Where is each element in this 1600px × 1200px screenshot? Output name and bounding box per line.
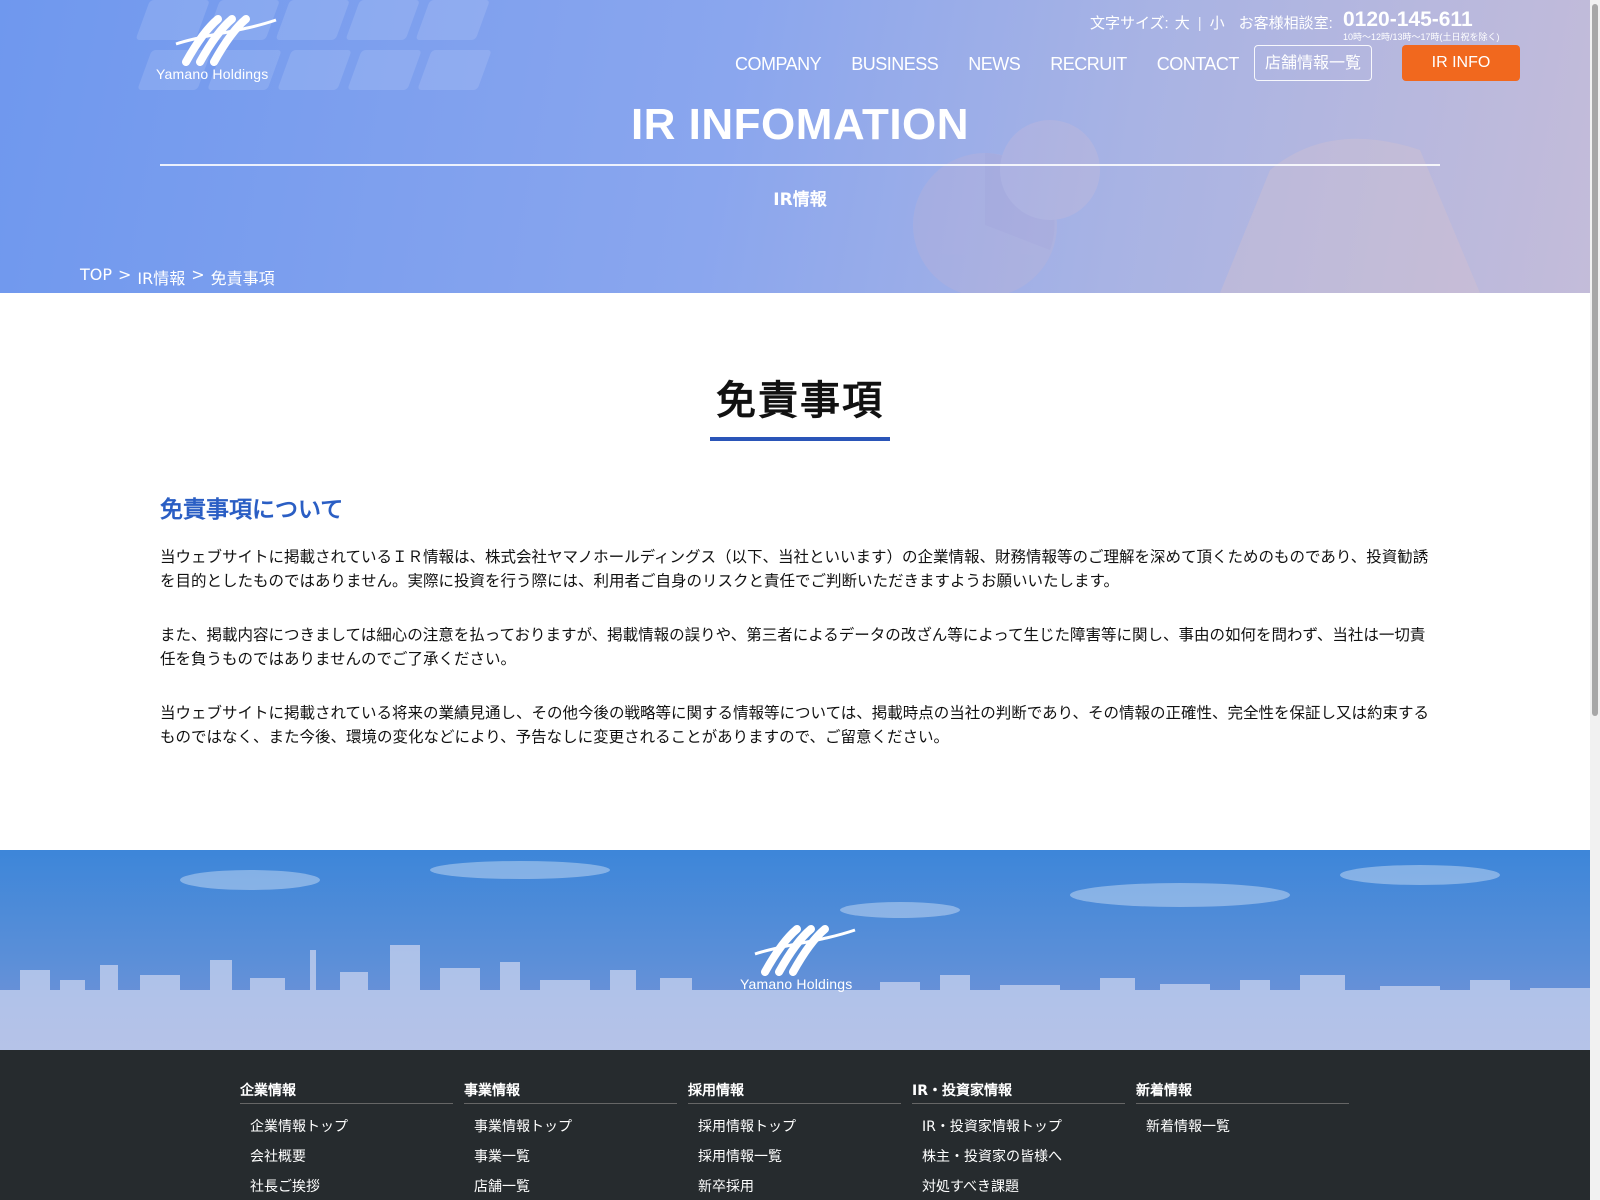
footer-nav: 企業情報 企業情報トップ 会社概要 社長ご挨拶 事業情報 事業情報トップ 事業一… (0, 1050, 1600, 1200)
store-list-button[interactable]: 店舗情報一覧 (1254, 45, 1372, 81)
footer-link[interactable]: 採用情報トップ (688, 1112, 901, 1142)
logo[interactable]: Yamano Holdings (156, 14, 286, 84)
breadcrumb-top[interactable]: TOP (80, 265, 112, 289)
footer-link[interactable]: 企業情報トップ (240, 1112, 453, 1142)
breadcrumb-separator: > (191, 265, 205, 284)
logo-text: Yamano Holdings (156, 66, 269, 82)
global-nav: COMPANY BUSINESS NEWS RECRUIT CONTACT (735, 52, 1269, 76)
disclaimer-paragraph-3: 当ウェブサイトに掲載されている将来の業績見通し、その他今後の戦略等に関する情報等… (160, 704, 1429, 746)
footer-link[interactable]: IR・投資家情報トップ (912, 1112, 1125, 1142)
hero-divider (160, 164, 1440, 166)
footer-column-heading[interactable]: 新着情報 (1136, 1080, 1349, 1104)
hero-subtitle: IR情報 (773, 190, 827, 210)
font-size-separator: | (1197, 15, 1202, 32)
ir-info-button[interactable]: IR INFO (1402, 45, 1520, 81)
footer-link[interactable]: 新卒採用 (688, 1172, 901, 1200)
nav-business[interactable]: BUSINESS (851, 52, 939, 76)
hero-banner: Yamano Holdings 文字サイズ: 大 | 小 お客様相談室: 012… (0, 0, 1600, 293)
section-heading: 免責事項について (160, 497, 344, 523)
footer-link[interactable]: 採用情報一覧 (688, 1142, 901, 1172)
page-title-underline (710, 437, 890, 441)
disclaimer-paragraph-1: 当ウェブサイトに掲載されているＩＲ情報は、株式会社ヤマノホールディングス（以下、… (160, 548, 1429, 590)
nav-news[interactable]: NEWS (968, 52, 1021, 76)
footer-link[interactable]: 社長ご挨拶 (240, 1172, 453, 1200)
font-size-large-button[interactable]: 大 (1175, 12, 1190, 33)
hero-title: IR INFOMATION (630, 100, 970, 149)
footer-link[interactable]: 事業一覧 (464, 1142, 677, 1172)
footer-link[interactable]: 店舗一覧 (464, 1172, 677, 1200)
footer-column-heading[interactable]: 事業情報 (464, 1080, 677, 1104)
phone-number[interactable]: 0120-145-611 (1343, 8, 1500, 32)
footer-logo[interactable]: Yamano Holdings (735, 924, 865, 994)
footer-column-business: 事業情報 事業情報トップ 事業一覧 店舗一覧 (464, 1080, 677, 1200)
yamano-logo-icon (175, 15, 277, 66)
page-title: 免責事項 (716, 378, 884, 424)
phone-block: 0120-145-611 10時〜12時/13時〜17時(土日祝を除く) (1343, 8, 1500, 42)
footer-column-heading[interactable]: 企業情報 (240, 1080, 453, 1104)
breadcrumb-current: 免責事項 (210, 269, 275, 288)
footer-column-heading[interactable]: 採用情報 (688, 1080, 901, 1104)
consult-label: お客様相談室: (1238, 15, 1333, 32)
footer-logo-text: Yamano Holdings (740, 976, 853, 992)
font-size-label: 文字サイズ: (1090, 15, 1169, 32)
phone-hours: 10時〜12時/13時〜17時(土日祝を除く) (1343, 32, 1500, 42)
footer-column-recruit: 採用情報 採用情報トップ 採用情報一覧 新卒採用 (688, 1080, 901, 1200)
breadcrumb-separator: > (118, 265, 132, 284)
disclaimer-paragraph-2: また、掲載内容につきましては細心の注意を払っておりますが、掲載情報の誤りや、第三… (160, 626, 1426, 668)
nav-recruit[interactable]: RECRUIT (1050, 52, 1127, 76)
footer-column-news: 新着情報 新着情報一覧 (1136, 1080, 1349, 1142)
footer-link[interactable]: 株主・投資家の皆様へ (912, 1142, 1125, 1172)
footer-column-ir: IR・投資家情報 IR・投資家情報トップ 株主・投資家の皆様へ 対処すべき課題 (912, 1080, 1125, 1200)
nav-contact[interactable]: CONTACT (1157, 52, 1240, 76)
font-size-small-button[interactable]: 小 (1210, 12, 1225, 33)
scrollbar-thumb[interactable] (1592, 4, 1598, 716)
footer-link[interactable]: 会社概要 (240, 1142, 453, 1172)
footer-banner: Yamano Holdings (0, 850, 1600, 1050)
footer-link[interactable]: 対処すべき課題 (912, 1172, 1125, 1200)
footer-link[interactable]: 新着情報一覧 (1136, 1112, 1349, 1142)
footer-column-heading[interactable]: IR・投資家情報 (912, 1080, 1125, 1104)
breadcrumb: TOP > IR情報 > 免責事項 (80, 265, 281, 289)
nav-company[interactable]: COMPANY (735, 52, 822, 76)
utility-bar: 文字サイズ: 大 | 小 お客様相談室: (1090, 12, 1333, 36)
footer-link[interactable]: 事業情報トップ (464, 1112, 677, 1142)
footer-column-company: 企業情報 企業情報トップ 会社概要 社長ご挨拶 (240, 1080, 453, 1200)
breadcrumb-ir[interactable]: IR情報 (137, 265, 185, 289)
yamano-logo-icon (754, 925, 856, 976)
